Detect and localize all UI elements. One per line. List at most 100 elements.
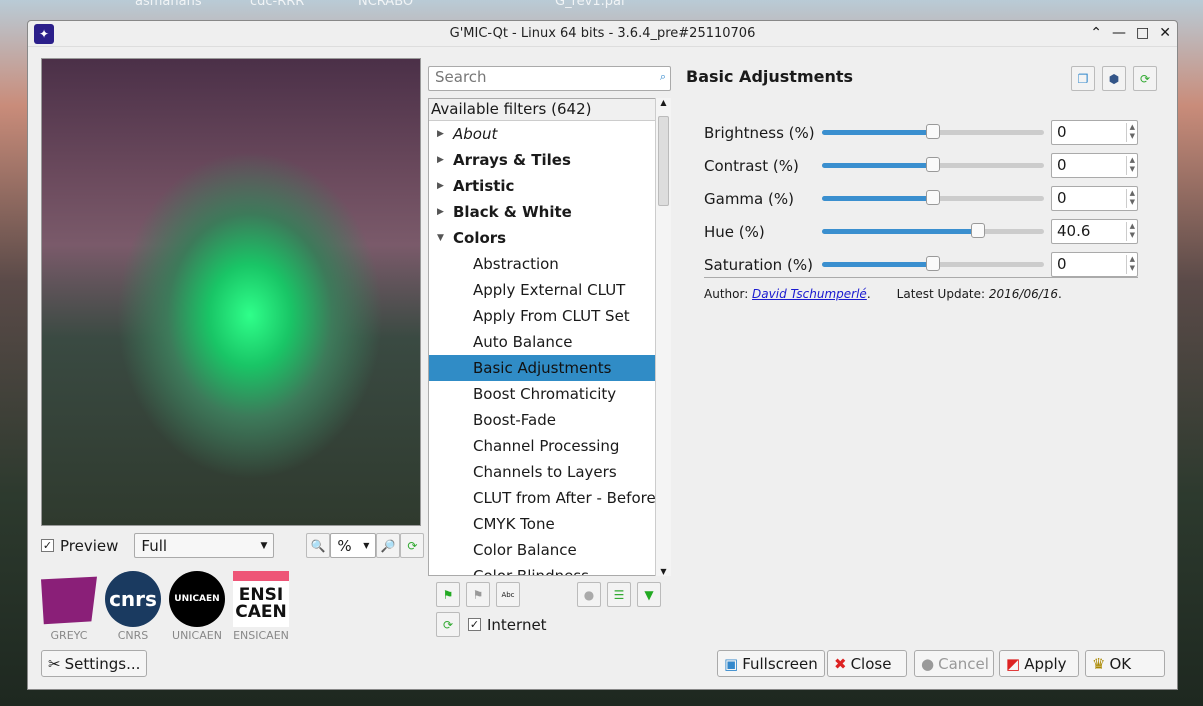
param-slider[interactable] <box>822 223 1044 238</box>
greyc-logo[interactable]: GREYC <box>41 571 97 642</box>
filter-item[interactable]: Boost-Fade <box>429 407 670 433</box>
cancel-button[interactable]: ● Cancel <box>914 650 994 677</box>
preview-image[interactable] <box>41 58 421 526</box>
expand-all-icon[interactable]: ▼ <box>637 582 661 607</box>
params-panel: Brightness (%) 0 ▲ ▼ Contrast (%) 0 ▲ ▼ Gamma … <box>704 116 1138 281</box>
filter-item-label: Black & White <box>453 203 572 221</box>
param-slider[interactable] <box>822 124 1044 139</box>
param-label: Hue (%) <box>704 222 765 241</box>
spin-arrows-icon[interactable]: ▲ ▼ <box>1125 156 1135 175</box>
chevron-right-icon[interactable]: ▶ <box>437 173 444 199</box>
filter-item-label: About <box>453 125 498 143</box>
filter-item[interactable]: CLUT from After - Before <box>429 485 670 511</box>
param-slider[interactable] <box>822 157 1044 172</box>
ensicaen-logo[interactable]: ENSI CAEN ENSICAEN <box>233 571 289 642</box>
copy-icon[interactable]: ❐ <box>1071 66 1095 91</box>
filter-item[interactable]: Channels to Layers <box>429 459 670 485</box>
filter-item-label: Artistic <box>453 177 515 195</box>
reset-params-icon[interactable]: ⟳ <box>1133 66 1157 91</box>
refresh-preview-icon[interactable]: ⟳ <box>400 533 425 558</box>
add-favorite-icon[interactable]: ⚑ <box>436 582 460 607</box>
logo-caption: UNICAEN <box>172 629 222 642</box>
shade-icon[interactable]: ⌃ <box>1090 25 1102 41</box>
filter-item[interactable]: Boost Chromaticity <box>429 381 670 407</box>
filter-item[interactable]: Basic Adjustments <box>429 355 670 381</box>
slider-handle[interactable] <box>971 223 986 238</box>
filter-item[interactable]: Auto Balance <box>429 329 670 355</box>
zoom-select[interactable]: % ▼ <box>330 533 377 558</box>
chevron-down-icon[interactable]: ▼ <box>437 225 444 251</box>
chevron-right-icon[interactable]: ▶ <box>437 147 444 173</box>
filter-item[interactable]: Color Balance <box>429 537 670 563</box>
filter-item[interactable]: CMYK Tone <box>429 511 670 537</box>
random-dice-icon[interactable]: ⬢ <box>1102 66 1126 91</box>
scrollbar-thumb[interactable] <box>658 116 669 206</box>
slider-handle[interactable] <box>926 190 940 205</box>
filter-item[interactable]: ▼ Colors <box>429 225 670 251</box>
filter-item[interactable]: ▶ About <box>429 121 670 147</box>
scroll-up-icon[interactable]: ▲ <box>656 98 671 107</box>
selection-mode-icon[interactable]: ☰ <box>607 582 631 607</box>
filter-item[interactable]: ▶ Black & White <box>429 199 670 225</box>
chevron-right-icon[interactable]: ▶ <box>437 199 444 225</box>
author-link[interactable]: David Tschumperlé <box>752 287 867 301</box>
filter-item[interactable]: Apply From CLUT Set <box>429 303 670 329</box>
filter-item-label: Boost-Fade <box>473 411 556 429</box>
param-spinbox[interactable]: 0 ▲ ▼ <box>1051 120 1138 145</box>
close-button[interactable]: ✖ Close <box>827 650 907 677</box>
slider-handle[interactable] <box>926 256 940 271</box>
chevron-right-icon[interactable]: ▶ <box>437 121 444 147</box>
internet-checkbox[interactable]: ✓ <box>468 618 481 631</box>
zoom-out-icon[interactable]: 🔍 <box>306 533 331 558</box>
rename-favorite-icon[interactable]: Abc <box>496 582 520 607</box>
remove-favorite-icon[interactable]: ⚑ <box>466 582 490 607</box>
param-spinbox[interactable]: 40.6 ▲ ▼ <box>1051 219 1138 244</box>
param-row: Hue (%) 40.6 ▲ ▼ <box>704 215 1138 248</box>
preview-mode-select[interactable]: Full ▼ <box>134 533 275 558</box>
filter-item[interactable]: Apply External CLUT <box>429 277 670 303</box>
title-bar[interactable]: ✦ G'MIC-Qt - Linux 64 bits - 3.6.4_pre#2… <box>28 21 1177 47</box>
param-spinbox[interactable]: 0 ▲ ▼ <box>1051 153 1138 178</box>
preview-checkbox[interactable]: ✓ <box>41 539 54 552</box>
param-value: 0 <box>1057 156 1067 174</box>
filter-item-label: Basic Adjustments <box>473 359 612 377</box>
search-input[interactable]: Search ⌕ <box>428 66 671 91</box>
filter-item-label: CMYK Tone <box>473 515 555 533</box>
param-slider[interactable] <box>822 190 1044 205</box>
slider-fill <box>822 196 933 201</box>
param-slider[interactable] <box>822 256 1044 271</box>
unicaen-logo[interactable]: UNICAEN UNICAEN <box>169 571 225 642</box>
settings-button[interactable]: ✂ Settings... <box>41 650 148 677</box>
cnrs-logo[interactable]: cnrs CNRS <box>105 571 161 642</box>
ok-button[interactable]: ♛ OK <box>1085 650 1165 677</box>
filter-tree[interactable]: Available filters (642) ▶ About ▶ Arrays & … <box>428 98 671 576</box>
filter-tree-scrollbar[interactable]: ▲ ▼ <box>655 98 671 576</box>
filter-item[interactable]: ▶ Arrays & Tiles <box>429 147 670 173</box>
unicaen-logo-text: UNICAEN <box>169 571 225 627</box>
apply-button[interactable]: ◩ Apply <box>999 650 1079 677</box>
slider-handle[interactable] <box>926 124 940 139</box>
filter-item[interactable]: Channel Processing <box>429 433 670 459</box>
param-spinbox[interactable]: 0 ▲ ▼ <box>1051 252 1138 277</box>
maximize-icon[interactable]: □ <box>1136 25 1149 41</box>
spin-arrows-icon[interactable]: ▲ ▼ <box>1125 189 1135 208</box>
param-spinbox[interactable]: 0 ▲ ▼ <box>1051 186 1138 211</box>
zoom-in-icon[interactable]: 🔎 <box>376 533 401 558</box>
preview-mode-value: Full <box>141 536 168 555</box>
filter-item-label: Channel Processing <box>473 437 620 455</box>
param-value: 0 <box>1057 189 1067 207</box>
filter-item[interactable]: ▶ Artistic <box>429 173 670 199</box>
visibility-icon[interactable]: ● <box>577 582 601 607</box>
update-filters-icon[interactable]: ⟳ <box>436 612 460 637</box>
spin-arrows-icon[interactable]: ▲ ▼ <box>1125 255 1135 274</box>
filter-item[interactable]: Color Blindness <box>429 563 670 575</box>
filter-item[interactable]: Abstraction <box>429 251 670 277</box>
slider-fill <box>822 229 979 234</box>
scroll-down-icon[interactable]: ▼ <box>656 567 671 576</box>
spin-arrows-icon[interactable]: ▲ ▼ <box>1125 222 1135 241</box>
slider-handle[interactable] <box>926 157 940 172</box>
minimize-icon[interactable]: — <box>1112 25 1126 41</box>
close-window-icon[interactable]: ✕ <box>1159 25 1171 41</box>
spin-arrows-icon[interactable]: ▲ ▼ <box>1125 123 1135 142</box>
fullscreen-button[interactable]: ▣ Fullscreen <box>717 650 825 677</box>
